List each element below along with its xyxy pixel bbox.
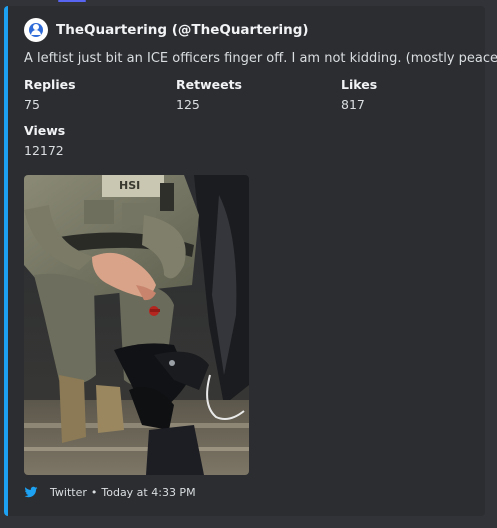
footer-source: Twitter	[50, 485, 87, 499]
field-value: 75	[24, 97, 40, 112]
footer-timestamp: Today at 4:33 PM	[101, 485, 196, 499]
avatar-icon[interactable]	[24, 18, 48, 42]
embed-image[interactable]: HSI	[24, 175, 249, 475]
embed-footer: Twitter • Today at 4:33 PM	[24, 484, 196, 500]
embed-author[interactable]: TheQuartering (@TheQuartering)	[24, 18, 309, 42]
field-views: Views 12172	[24, 122, 65, 160]
tweet-embed: TheQuartering (@TheQuartering) A leftist…	[4, 6, 497, 516]
field-retweets: Retweets 125	[176, 76, 242, 114]
field-value: 125	[176, 97, 200, 112]
author-name[interactable]: TheQuartering (@TheQuartering)	[56, 22, 309, 38]
footer-separator: •	[90, 485, 98, 499]
field-replies: Replies 75	[24, 76, 76, 114]
field-value: 817	[341, 97, 365, 112]
field-name: Views	[24, 123, 66, 138]
field-name: Retweets	[176, 77, 242, 92]
twitter-bird-icon	[24, 486, 38, 498]
field-value: 12172	[24, 143, 64, 158]
field-likes: Likes 817	[341, 76, 377, 114]
svg-text:HSI: HSI	[119, 179, 140, 192]
previous-message-fragment	[58, 0, 86, 2]
embed-description: A leftist just bit an ICE officers finge…	[24, 51, 497, 66]
photo-illustration: HSI	[24, 175, 249, 475]
field-name: Likes	[341, 77, 378, 92]
field-name: Replies	[24, 77, 76, 92]
